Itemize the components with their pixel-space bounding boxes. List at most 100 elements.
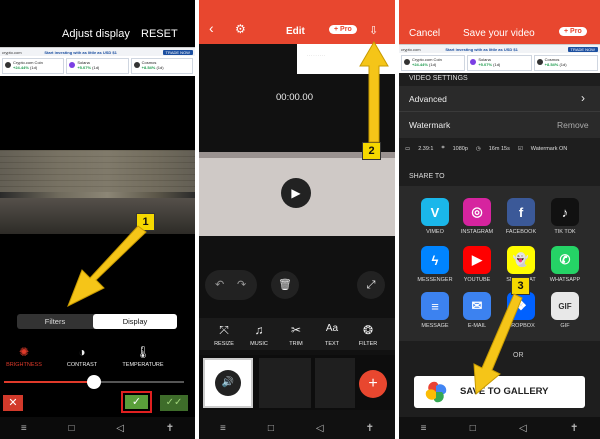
ad-card-change: +5.07% [77, 65, 92, 70]
apply-button[interactable]: ✓ [121, 391, 152, 413]
messenger-icon: ϟ [421, 246, 449, 274]
share-facebook[interactable]: f FACEBOOK [503, 198, 539, 235]
vimeo-icon: V [421, 198, 449, 226]
audio-clip-thumb[interactable]: 🔊 [203, 358, 253, 408]
coin-icon [5, 62, 11, 68]
checkbox-icon: ☑ [517, 145, 523, 152]
brightness-slider[interactable] [4, 375, 184, 389]
ad-banner[interactable]: crypto.com Start investing with as little… [399, 44, 600, 73]
double-check-icon: ✓✓ [165, 397, 183, 408]
ad-card[interactable]: Cosmos +8.54% (1d) [130, 58, 193, 74]
timeline[interactable]: 🔊 + [199, 355, 395, 410]
share-instagram[interactable]: ◎ INSTAGRAM [459, 198, 495, 235]
ad-card[interactable]: Solana +5.07% (1d) [66, 58, 129, 74]
ad-card[interactable]: Cosmos +8.54% (1d) [533, 55, 598, 71]
menu-icon[interactable]: ≡ [421, 423, 427, 434]
ad-cta[interactable]: TRADE NOW [162, 49, 193, 55]
home-icon[interactable]: □ [470, 423, 476, 434]
sun-icon: ✺ [18, 345, 30, 359]
share-tiktok[interactable]: ♪ TIK TOK [547, 198, 583, 235]
ad-card[interactable]: Solana +5.07% (1d) [467, 55, 532, 71]
contrast-icon: ◑ [78, 345, 86, 359]
gif-icon: GIF [551, 292, 579, 320]
section-video-settings: VIDEO SETTINGS [409, 75, 468, 82]
ad-card-tag: (1d) [493, 62, 501, 67]
menu-icon[interactable]: ≡ [220, 423, 226, 434]
share-message[interactable]: ≡ MESSAGE [417, 292, 453, 329]
tool-text[interactable]: Aa TEXT [319, 323, 345, 347]
export-icon[interactable]: ⇩ [369, 24, 378, 37]
spec-duration: 16m 15s [488, 145, 510, 152]
back-arrow-icon[interactable]: ‹ [209, 20, 214, 36]
back-icon[interactable]: ◁ [316, 423, 324, 434]
advanced-row[interactable]: Advanced › [399, 86, 600, 112]
adjust-brightness[interactable]: ✺ BRIGHTNESS [2, 345, 46, 368]
share-vimeo[interactable]: V VIMEO [417, 198, 453, 235]
tool-resize[interactable]: ⤧ RESIZE [211, 323, 237, 347]
fullscreen-button[interactable]: ⤢ [357, 271, 385, 299]
share-whatsapp[interactable]: ✆ WHATSAPP [547, 246, 583, 283]
back-icon[interactable]: ◁ [116, 423, 124, 434]
adjust-contrast[interactable]: ◑ CONTRAST [60, 345, 104, 368]
ad-card-tag: (1d) [429, 62, 437, 67]
back-icon[interactable]: ◁ [519, 423, 527, 434]
ad-card[interactable]: Crypto.com Coin +24.44% (1d) [401, 55, 466, 71]
ad-card-tag: (1d) [92, 65, 100, 70]
close-button[interactable]: ✕ [3, 395, 23, 411]
ad-banner[interactable]: crypto.com Start investing with as little… [0, 47, 195, 76]
ad-card-change: +8.54% [141, 65, 156, 70]
pro-badge[interactable]: + Pro [329, 25, 357, 34]
watermark-row[interactable]: Watermark Remove [399, 112, 600, 138]
share-label: MESSAGE [421, 323, 449, 329]
google-photos-icon [425, 381, 447, 403]
home-icon[interactable]: □ [268, 423, 274, 434]
watermark-label: Watermark [409, 120, 451, 130]
coin-icon [404, 59, 410, 65]
gear-icon[interactable]: ⚙ [235, 22, 246, 36]
menu-icon[interactable]: ≡ [21, 423, 27, 434]
play-button[interactable]: ▶ [281, 178, 311, 208]
accessibility-icon[interactable]: ✝ [570, 423, 578, 434]
thermometer-icon: 🌡 [135, 345, 151, 359]
ad-message: Start investing with as little as USD $1 [44, 49, 117, 55]
share-label: FACEBOOK [505, 229, 537, 235]
spec-resolution: 1080p [452, 145, 468, 152]
tab-filters[interactable]: Filters [17, 314, 93, 329]
accessibility-icon[interactable]: ✝ [166, 423, 174, 434]
share-gif[interactable]: GIF GIF [547, 292, 583, 329]
add-clip-button[interactable]: + [359, 370, 387, 398]
share-youtube[interactable]: ▶ YOUTUBE [459, 246, 495, 283]
apply-all-button[interactable]: ✓✓ [160, 395, 188, 411]
tiktok-icon: ♪ [551, 198, 579, 226]
adjust-display-screen: Adjust display RESET crypto.com Start inv… [0, 0, 195, 439]
ad-cta[interactable]: TRADE NOW [567, 46, 598, 52]
share-label: VIMEO [426, 229, 444, 235]
text-icon: Aa [325, 323, 339, 334]
share-messenger[interactable]: ϟ MESSENGER [417, 246, 453, 283]
redo-icon[interactable]: ↷ [237, 278, 246, 291]
delete-button[interactable]: 🗑 [271, 271, 299, 299]
tool-label: RESIZE [214, 341, 234, 347]
save-video-screen: Cancel Save your video + Pro crypto.com S… [399, 0, 600, 439]
undo-icon[interactable]: ↶ [215, 278, 224, 291]
cancel-button[interactable]: Cancel [409, 28, 440, 39]
tool-music[interactable]: ♫ MUSIC [246, 323, 272, 347]
ad-card[interactable]: Crypto.com Coin +24.44% (1d) [2, 58, 65, 74]
aspect-icon: ▭ [405, 145, 411, 152]
pro-badge[interactable]: + Pro [559, 27, 587, 36]
slider-thumb[interactable] [87, 375, 101, 389]
reset-button[interactable]: RESET [141, 28, 178, 40]
coin-icon [133, 62, 140, 68]
whatsapp-icon: ✆ [551, 246, 579, 274]
tool-filter[interactable]: ❂ FILTER [355, 323, 381, 347]
adjust-temperature[interactable]: 🌡 TEMPERATURE [118, 345, 168, 368]
tab-display[interactable]: Display [93, 314, 177, 329]
accessibility-icon[interactable]: ✝ [366, 423, 374, 434]
timecode: 00:00.00 [276, 92, 313, 103]
expand-icon: ⤢ [366, 279, 376, 291]
home-icon[interactable]: □ [68, 423, 74, 434]
share-label: MESSENGER [417, 277, 453, 283]
remove-watermark-button[interactable]: Remove [557, 120, 589, 130]
tool-trim[interactable]: ✂ TRIM [283, 323, 309, 347]
tool-label: FILTER [358, 341, 378, 347]
